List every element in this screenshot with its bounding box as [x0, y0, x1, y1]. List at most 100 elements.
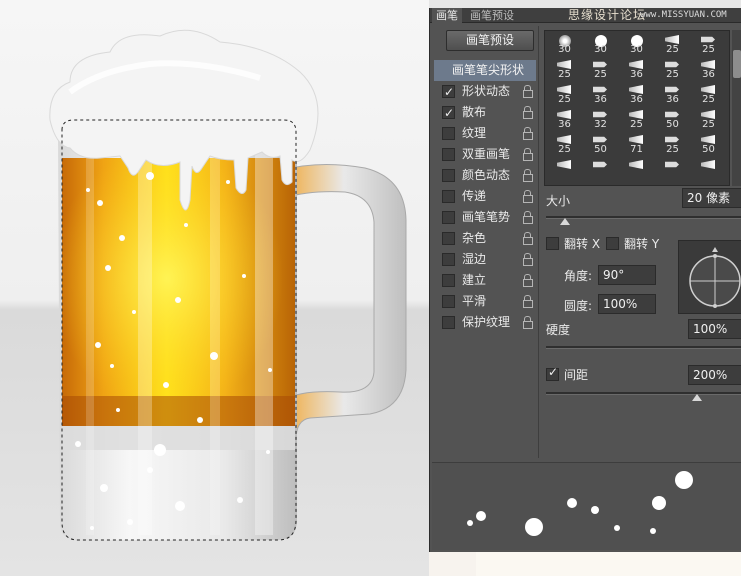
lock-icon[interactable] [522, 211, 533, 224]
brush-tip-cell[interactable]: 36 [657, 83, 688, 108]
spacing-checkbox[interactable] [546, 365, 559, 381]
scrollbar-thumb[interactable] [733, 50, 741, 78]
brush-tip-cell[interactable]: 30 [549, 33, 580, 58]
brush-category-item[interactable]: 画笔笔势 [434, 207, 536, 228]
spacing-slider-thumb[interactable] [692, 394, 702, 401]
brush-tip-cell[interactable]: 25 [657, 33, 688, 58]
brush-size-number: 30 [558, 44, 571, 55]
brush-size-number: 50 [594, 144, 607, 155]
panel-tabbar: 画笔 画笔预设 思缘设计论坛 www.MISSYUAN.COM [430, 8, 741, 23]
spacing-field[interactable]: 200% [688, 365, 741, 385]
lock-icon[interactable] [522, 85, 533, 98]
lock-icon[interactable] [522, 316, 533, 329]
category-checkbox[interactable] [442, 103, 455, 124]
category-checkbox[interactable] [442, 190, 455, 203]
brush-category-item[interactable]: 建立 [434, 270, 536, 291]
lock-icon[interactable] [522, 148, 533, 161]
brush-tip-cell[interactable] [693, 158, 724, 183]
brush-tip-cell[interactable] [549, 158, 580, 183]
brush-tip-cell[interactable]: 36 [585, 83, 616, 108]
tab-brush-presets[interactable]: 画笔预设 [466, 8, 518, 23]
size-field[interactable]: 20 像素 [682, 188, 741, 208]
angle-roundness-widget[interactable] [678, 240, 741, 314]
category-checkbox[interactable] [442, 148, 455, 161]
brush-category-item[interactable]: 双重画笔 [434, 144, 536, 165]
category-checkbox[interactable] [442, 232, 455, 245]
brush-tip-cell[interactable]: 25 [693, 33, 724, 58]
brush-tip-icon [665, 111, 679, 118]
category-brush-tip-shape[interactable]: 画笔笔尖形状 [434, 60, 536, 81]
brush-tip-cell[interactable]: 25 [693, 108, 724, 133]
hardness-field[interactable]: 100% [688, 319, 741, 339]
lock-icon[interactable] [522, 190, 533, 203]
category-checkbox[interactable] [442, 82, 455, 103]
category-checkbox[interactable] [442, 169, 455, 182]
document-canvas[interactable] [0, 0, 429, 576]
brush-tip-cell[interactable]: 25 [657, 133, 688, 158]
brush-category-item[interactable]: 湿边 [434, 249, 536, 270]
brush-category-item[interactable]: 平滑 [434, 291, 536, 312]
brush-category-item[interactable]: 散布 [434, 102, 536, 124]
brush-tip-icon [701, 85, 715, 94]
lock-icon[interactable] [522, 169, 533, 182]
brush-tip-cell[interactable]: 36 [549, 108, 580, 133]
brush-tip-cell[interactable]: 25 [585, 58, 616, 83]
brush-category-item[interactable]: 杂色 [434, 228, 536, 249]
tab-brush[interactable]: 画笔 [432, 8, 462, 23]
lock-icon[interactable] [522, 295, 533, 308]
brush-tip-cell[interactable]: 50 [693, 133, 724, 158]
category-label: 杂色 [462, 231, 487, 245]
brush-tip-cell[interactable]: 71 [621, 133, 652, 158]
brush-tip-cell[interactable] [657, 158, 688, 183]
brush-tip-grid[interactable]: 30 30 30 25 25 25 25 36 25 36 25 36 36 36 25 36 32 25 50 25… [544, 30, 730, 186]
category-checkbox[interactable] [442, 295, 455, 308]
brush-tip-cell[interactable]: 36 [621, 83, 652, 108]
brush-category-item[interactable]: 纹理 [434, 123, 536, 144]
size-slider-thumb[interactable] [560, 218, 570, 225]
brush-tip-cell[interactable]: 30 [621, 33, 652, 58]
category-checkbox[interactable] [442, 127, 455, 140]
brush-tip-cell[interactable]: 50 [585, 133, 616, 158]
brush-tip-cell[interactable]: 25 [549, 83, 580, 108]
hardness-slider-track[interactable] [546, 346, 741, 349]
brush-tip-cell[interactable] [621, 158, 652, 183]
brush-tip-cell[interactable]: 25 [693, 83, 724, 108]
category-checkbox[interactable] [442, 274, 455, 287]
brush-tip-cell[interactable] [585, 158, 616, 183]
brush-size-number: 30 [630, 44, 643, 55]
angle-field[interactable]: 90° [598, 265, 656, 285]
category-checkbox[interactable] [442, 211, 455, 224]
brush-size-number: 50 [666, 119, 679, 130]
brush-stroke-preview [432, 462, 741, 550]
brush-category-item[interactable]: 保护纹理 [434, 312, 536, 333]
brush-tip-cell[interactable]: 36 [621, 58, 652, 83]
brush-category-item[interactable]: 形状动态 [434, 81, 536, 103]
brush-tip-cell[interactable]: 25 [621, 108, 652, 133]
brush-panel: 画笔 画笔预设 思缘设计论坛 www.MISSYUAN.COM 画笔预设 画笔笔… [429, 8, 741, 552]
brush-tip-icon [629, 160, 643, 169]
brush-grid-scrollbar[interactable] [732, 30, 741, 186]
category-checkbox[interactable] [442, 316, 455, 329]
lock-icon[interactable] [522, 127, 533, 140]
lock-icon[interactable] [522, 232, 533, 245]
brush-tip-cell[interactable]: 36 [693, 58, 724, 83]
lock-icon[interactable] [522, 106, 533, 119]
brush-presets-button[interactable]: 画笔预设 [446, 30, 534, 51]
lock-icon[interactable] [522, 253, 533, 266]
brush-tip-cell[interactable]: 32 [585, 108, 616, 133]
brush-tip-cell[interactable]: 25 [549, 133, 580, 158]
brush-category-item[interactable]: 传递 [434, 186, 536, 207]
brush-tip-cell[interactable]: 25 [657, 58, 688, 83]
brush-category-item[interactable]: 颜色动态 [434, 165, 536, 186]
brush-tip-cell[interactable]: 30 [585, 33, 616, 58]
brush-tip-icon [665, 161, 679, 168]
size-slider-track[interactable] [546, 216, 741, 219]
brush-tip-cell[interactable]: 25 [549, 58, 580, 83]
flip-x-checkbox[interactable] [546, 237, 559, 250]
roundness-field[interactable]: 100% [598, 294, 656, 314]
category-checkbox[interactable] [442, 253, 455, 266]
lock-icon[interactable] [522, 274, 533, 287]
flip-y-checkbox[interactable] [606, 237, 619, 250]
brush-tip-cell[interactable]: 50 [657, 108, 688, 133]
spacing-slider-track[interactable] [546, 392, 741, 395]
